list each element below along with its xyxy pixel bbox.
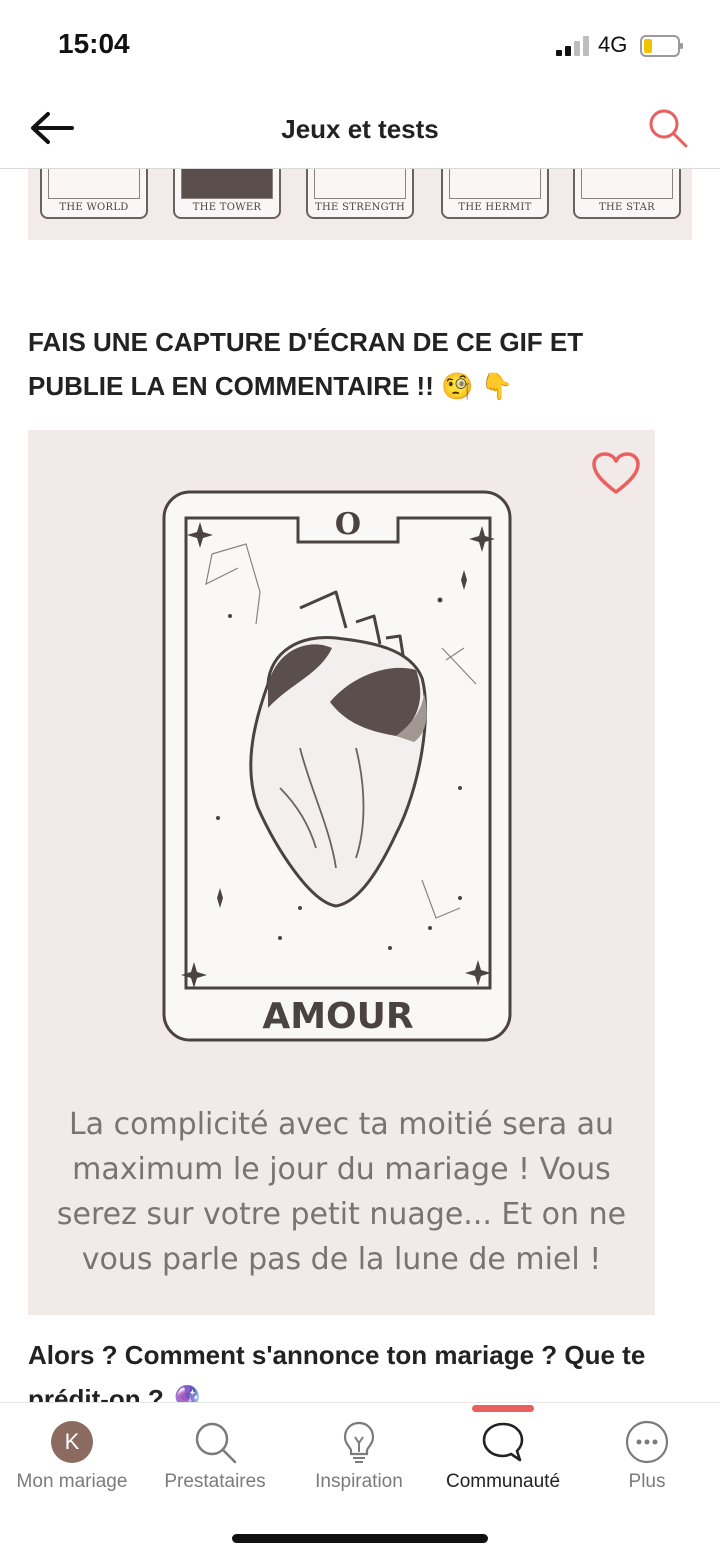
tarot-mini-card: THE STRENGTH <box>306 169 414 219</box>
tarot-card-illustration: O AMOUR <box>162 490 512 1042</box>
tarot-card-number: O <box>335 507 361 542</box>
nav-label: Inspiration <box>315 1471 403 1492</box>
tarot-mini-label: THE STAR <box>599 202 655 213</box>
battery-icon <box>640 35 683 57</box>
nav-label: Mon mariage <box>16 1471 128 1492</box>
nav-label: Communauté <box>445 1471 561 1492</box>
status-bar: 15:04 4G <box>0 0 720 92</box>
tarot-mini-art <box>48 169 140 199</box>
tarot-mini-card: THE STAR <box>573 169 681 219</box>
post-intro-text: FAIS UNE CAPTURE D'ÉCRAN DE CE GIF ET PU… <box>28 327 584 401</box>
lightbulb-icon <box>343 1421 375 1463</box>
chat-bubble-icon <box>482 1422 524 1462</box>
page-title: Jeux et tests <box>281 114 439 144</box>
tarot-mini-card: THE WORLD <box>40 169 148 219</box>
nav-label: Plus <box>628 1471 666 1492</box>
tarot-mini-card: THE HERMIT <box>441 169 549 219</box>
tarot-mini-card: THE TOWER <box>173 169 281 219</box>
nav-label: Prestataires <box>164 1471 266 1492</box>
tarot-mini-label: THE HERMIT <box>458 202 532 213</box>
nav-mon-mariage[interactable]: K Mon mariage <box>0 1403 144 1513</box>
tarot-mini-art <box>449 169 541 199</box>
tarot-card-title: AMOUR <box>262 996 413 1037</box>
tarot-card-caption: La complicité avec ta moitié sera au max… <box>56 1107 627 1277</box>
post-question-text: Alors ? Comment s'annonce ton mariage ? … <box>28 1340 646 1402</box>
nav-plus[interactable]: Plus <box>575 1403 719 1513</box>
search-icon[interactable] <box>646 106 690 150</box>
home-indicator[interactable] <box>232 1534 488 1543</box>
heart-icon[interactable] <box>590 450 642 496</box>
more-icon <box>625 1420 669 1464</box>
nav-inspiration[interactable]: Inspiration <box>287 1403 431 1513</box>
tarot-mini-art <box>181 169 273 199</box>
network-type: 4G <box>598 32 628 57</box>
tarot-mini-label: THE TOWER <box>192 202 262 213</box>
signal-icon <box>556 36 589 56</box>
status-time: 15:04 <box>58 28 130 59</box>
tarot-card-strip: THE WORLD THE TOWER THE STRENGTH THE HER… <box>28 169 692 240</box>
nav-communaute[interactable]: Communauté <box>431 1403 575 1513</box>
tarot-mini-art <box>314 169 406 199</box>
search-icon <box>195 1422 237 1464</box>
tarot-gif: O AMOUR La complicité avec ta moitié ser… <box>28 430 655 1315</box>
tarot-mini-label: THE WORLD <box>59 202 129 213</box>
app-header: Jeux et tests <box>0 92 720 169</box>
tarot-mini-art <box>581 169 673 199</box>
post-content[interactable]: THE WORLD THE TOWER THE STRENGTH THE HER… <box>0 169 720 1402</box>
avatar: K <box>51 1421 93 1463</box>
tarot-mini-label: THE STRENGTH <box>315 202 405 213</box>
nav-prestataires[interactable]: Prestataires <box>143 1403 287 1513</box>
